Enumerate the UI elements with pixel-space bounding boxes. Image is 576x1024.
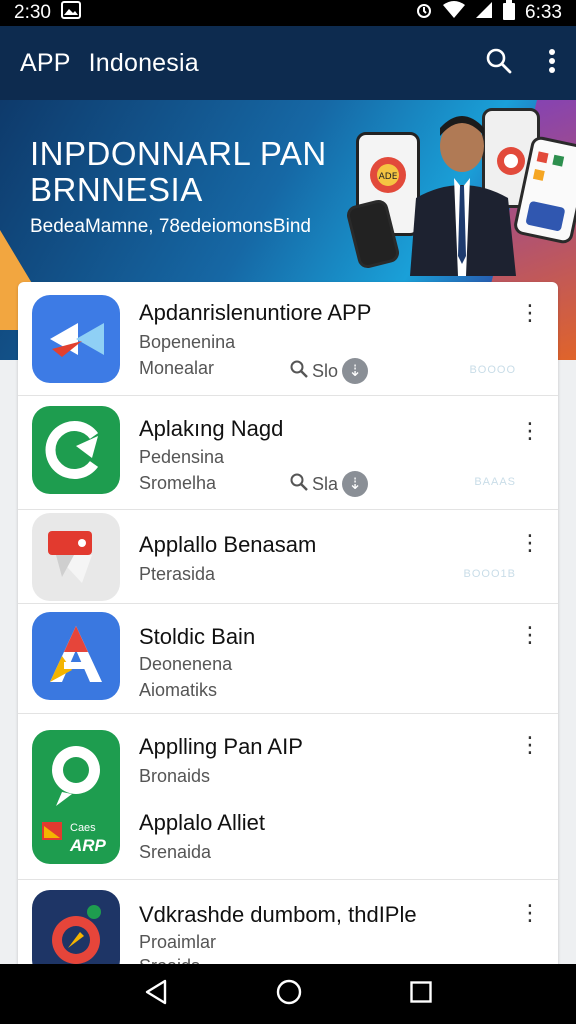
app-icon-forward (32, 295, 120, 383)
app-category: Aiomatiks (139, 680, 218, 700)
app-icon-letter-a (32, 612, 120, 700)
app-icon-refresh (32, 406, 120, 494)
side-label: BOOOO (469, 364, 516, 376)
back-icon[interactable] (144, 979, 168, 1010)
recents-icon[interactable] (410, 980, 432, 1008)
alarm-icon (415, 1, 433, 25)
app-developer: Pedensina (139, 447, 225, 467)
app-list: Apdanrislenuntiore APP Bopenenina Moneal… (18, 282, 558, 982)
home-icon[interactable] (276, 979, 302, 1010)
search-icon (290, 360, 308, 383)
more-options-icon[interactable]: ⋮ (518, 902, 542, 924)
banner-headline: INPDONNARL PAN BRNNESIA (30, 135, 327, 208)
download-icon[interactable]: ⇣ (342, 471, 369, 497)
app-title-text: Indonesia (88, 48, 199, 77)
more-options-icon[interactable]: ⋮ (518, 420, 542, 442)
side-label: BAAAS (474, 476, 516, 488)
navigation-bar (0, 964, 576, 1024)
app-name: Aplakıng Nagd (139, 416, 284, 441)
status-time-left: 2:30 (14, 2, 51, 23)
battery-icon (503, 0, 516, 26)
banner-subline: BedeaMamne, 78edeiomonsBind (30, 216, 311, 237)
app-name: Apdanrislenuntiore APP (139, 300, 372, 325)
app-name: Applallo Benasam (139, 532, 317, 557)
signal-icon (475, 1, 493, 25)
more-options-icon[interactable]: ⋮ (518, 624, 542, 646)
app-category: Srenaida (139, 842, 212, 862)
install-badge-label: Slo (312, 360, 339, 381)
app-bar: APP Indonesia (0, 26, 576, 100)
app-name-secondary: Applalo Alliet (139, 810, 265, 835)
app-title: APP Indonesia (20, 49, 217, 78)
app-developer: Proaimlar (139, 932, 217, 952)
gallery-icon (60, 1, 81, 25)
status-bar: 2:30 6:33 (0, 0, 576, 26)
download-icon[interactable]: ⇣ (342, 358, 369, 384)
install-badge-label: Sla (312, 473, 339, 494)
app-icon-video (32, 513, 120, 601)
overflow-menu-icon[interactable] (548, 48, 556, 79)
list-item[interactable]: Stoldic Bain Deonenena Aiomatiks ⋮ (18, 604, 558, 714)
app-icon-brand: ARP (70, 836, 106, 855)
list-item[interactable]: Caes ARP Applling Pan AIP Bronaids Appla… (18, 714, 558, 880)
app-developer: Bopenenina (139, 332, 236, 352)
status-time-right: 6:33 (525, 2, 562, 23)
install-badge[interactable]: Slo ⇣ (290, 358, 369, 384)
app-icon-chat: Caes ARP (32, 730, 120, 864)
svg-text:ADE: ADE (379, 172, 398, 182)
install-badge[interactable]: Sla ⇣ (290, 471, 369, 497)
list-item[interactable]: Aplakıng Nagd Pedensina Sromelha Sla ⇣ B… (18, 396, 558, 510)
app-name: Stoldic Bain (139, 624, 256, 649)
app-icon-tag: Caes (70, 822, 96, 834)
more-options-icon[interactable]: ⋮ (518, 532, 542, 554)
app-name: Vdkrashde dumbom, thdIPle (139, 902, 417, 927)
app-developer: Bronaids (139, 766, 211, 786)
app-category: Sromelha (139, 473, 217, 493)
search-icon (290, 473, 308, 496)
app-developer: Pterasida (139, 564, 216, 584)
more-options-icon[interactable]: ⋮ (518, 302, 542, 324)
presenter-illustration (400, 106, 530, 276)
side-label: BOOO1B (463, 568, 516, 580)
list-item[interactable]: Applallo Benasam Pterasida BOOO1B ⋮ (18, 510, 558, 604)
more-options-icon[interactable]: ⋮ (518, 734, 542, 756)
search-icon[interactable] (486, 48, 512, 79)
app-label: APP (20, 48, 71, 77)
app-category: Monealar (139, 358, 215, 378)
app-name: Applling Pan AIP (139, 734, 303, 759)
list-item[interactable]: Apdanrislenuntiore APP Bopenenina Moneal… (18, 282, 558, 396)
app-developer: Deonenena (139, 654, 233, 674)
wifi-icon (443, 1, 466, 25)
